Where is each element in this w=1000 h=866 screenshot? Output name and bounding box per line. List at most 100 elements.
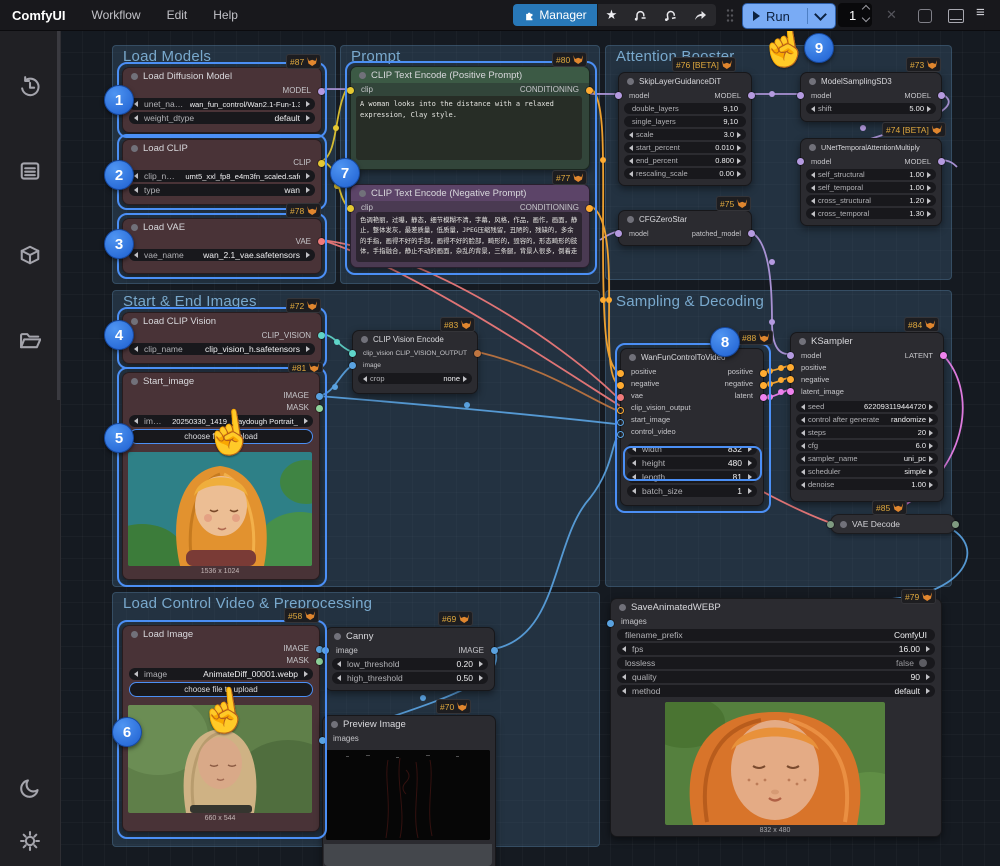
collapse-dot-icon[interactable] <box>799 338 806 345</box>
vacuum-icon-2[interactable] <box>663 8 678 23</box>
node-header[interactable]: CLIP Text Encode (Negative Prompt) <box>351 185 589 201</box>
collapse-dot-icon[interactable] <box>359 72 366 79</box>
star-icon[interactable]: ★ <box>606 7 618 23</box>
port-mask-out[interactable] <box>316 405 323 412</box>
node-wan-fun-control-to-video[interactable]: WanFunControlToVideo positivepositive ne… <box>620 348 764 506</box>
group-title[interactable]: Load Models <box>123 48 211 65</box>
widget-seed[interactable]: seed622093119444720 <box>796 401 938 412</box>
share-icon[interactable] <box>693 8 708 22</box>
group-title[interactable]: Sampling & Decoding <box>616 293 764 310</box>
node-cfg-zero-star[interactable]: CFGZeroStar modelpatched_model <box>618 210 752 246</box>
widget-type[interactable]: typewan <box>129 184 315 196</box>
node-header[interactable]: CLIP Vision Encode <box>353 331 477 347</box>
collapse-dot-icon[interactable] <box>131 224 138 231</box>
hamburger-menu-icon[interactable]: ≡ <box>976 4 985 21</box>
node-header[interactable]: Start_image <box>123 373 319 389</box>
widget-clip-name[interactable]: clip_nameclip_vision_h.safetensors <box>129 343 315 355</box>
collapse-dot-icon[interactable] <box>131 318 138 325</box>
collapse-dot-icon[interactable] <box>131 631 138 638</box>
node-header[interactable]: Load Image <box>123 626 319 642</box>
collapse-dot-icon[interactable] <box>619 604 626 611</box>
collapse-dot-icon[interactable] <box>627 78 634 85</box>
port-images-in[interactable] <box>607 620 614 627</box>
port-model-in[interactable] <box>797 158 804 165</box>
widget-self-structural[interactable]: self_structural1.00 <box>806 169 936 180</box>
port-vae-in[interactable] <box>617 394 624 401</box>
group-title[interactable]: Start & End Images <box>123 293 257 310</box>
collapse-dot-icon[interactable] <box>131 73 138 80</box>
node-model-sampling-sd3[interactable]: ModelSamplingSD3 modelMODEL shift5.00 <box>800 72 942 122</box>
node-unet-temporal-attention-multiply[interactable]: UNetTemporalAttentionMultiply modelMODEL… <box>800 138 942 226</box>
node-header[interactable]: CLIP Text Encode (Positive Prompt) <box>351 67 589 83</box>
widget-method[interactable]: methoddefault <box>617 685 935 697</box>
sidebar-queue-history-button[interactable] <box>19 76 41 98</box>
port-negative-out[interactable] <box>760 382 767 389</box>
widget-fps[interactable]: fps16.00 <box>617 643 935 655</box>
port-model-in[interactable] <box>797 92 804 99</box>
node-vae-decode-collapsed[interactable]: VAE Decode <box>830 514 956 534</box>
widget-denoise[interactable]: denoise1.00 <box>796 479 938 490</box>
collapse-dot-icon[interactable] <box>131 145 138 152</box>
port-clip-vision-output-in[interactable] <box>617 407 624 414</box>
node-header[interactable]: Preview Image <box>323 716 495 732</box>
port-model-out[interactable] <box>318 88 325 95</box>
manager-button[interactable]: Manager <box>513 4 597 26</box>
node-header[interactable]: Load CLIP Vision <box>123 313 321 329</box>
bottom-panel-icon[interactable] <box>948 9 964 23</box>
sidebar-model-library-button[interactable] <box>19 244 41 266</box>
port-vae-out[interactable] <box>318 238 325 245</box>
node-clip-vision-encode[interactable]: CLIP Vision Encode clip_visionCLIP_VISIO… <box>352 330 478 394</box>
negative-prompt-textarea[interactable]: 色调艳丽，过曝，静态，细节模糊不清，字幕，风格，作品，画作，画面，静止，整体发灰… <box>356 212 582 262</box>
node-load-diffusion-model[interactable]: Load Diffusion Model MODEL unet_namewan_… <box>122 67 322 133</box>
chevron-down-icon[interactable] <box>814 8 827 21</box>
port-positive-in[interactable] <box>787 364 794 371</box>
widget-scale[interactable]: scale3.0 <box>624 129 746 140</box>
widget-height[interactable]: height480 <box>627 457 757 469</box>
port-model-in[interactable] <box>615 92 622 99</box>
port-clip-out[interactable] <box>318 160 325 167</box>
widget-high-threshold[interactable]: high_threshold0.50 <box>332 672 488 684</box>
positive-prompt-textarea[interactable]: A woman looks into the distance with a r… <box>356 96 582 160</box>
settings-gear-button[interactable] <box>19 830 41 852</box>
widget-lossless-toggle[interactable]: losslessfalse <box>617 657 935 669</box>
widget-length[interactable]: length81 <box>627 471 757 483</box>
collapse-dot-icon[interactable] <box>809 78 816 85</box>
toggle-knob-icon[interactable] <box>919 659 927 667</box>
menu-help[interactable]: Help <box>213 8 238 22</box>
node-header[interactable]: Load Diffusion Model <box>123 68 321 84</box>
widget-vae-name[interactable]: vae_namewan_2.1_vae.safetensors <box>129 249 315 261</box>
widget-scheduler[interactable]: schedulersimple <box>796 466 938 477</box>
widget-width[interactable]: width832 <box>627 443 757 455</box>
port-model-out[interactable] <box>938 158 945 165</box>
node-header[interactable]: ModelSamplingSD3 <box>801 73 941 89</box>
collapse-dot-icon[interactable] <box>627 216 634 223</box>
widget-start-percent[interactable]: start_percent0.010 <box>624 142 746 153</box>
collapse-dot-icon[interactable] <box>840 521 847 528</box>
node-header[interactable]: Canny <box>326 628 494 644</box>
collapse-dot-icon[interactable] <box>809 144 816 151</box>
port-collapsed-out[interactable] <box>952 521 959 528</box>
menu-edit[interactable]: Edit <box>167 8 188 22</box>
port-image-in[interactable] <box>349 362 356 369</box>
port-image-in[interactable] <box>322 647 329 654</box>
collapse-dot-icon[interactable] <box>629 354 636 361</box>
port-model-out[interactable] <box>748 92 755 99</box>
widget-cfg[interactable]: cfg6.0 <box>796 440 938 451</box>
widget-sampler-name[interactable]: sampler_nameuni_pc <box>796 453 938 464</box>
widget-end-percent[interactable]: end_percent0.800 <box>624 155 746 166</box>
node-header[interactable]: CFGZeroStar <box>619 211 751 227</box>
port-positive-in[interactable] <box>617 370 624 377</box>
port-clip-vision-in[interactable] <box>349 350 356 357</box>
widget-unet-name[interactable]: unet_namewan_fun_control/Wan2.1-Fun-1.3.… <box>129 98 315 110</box>
batch-count-input[interactable]: 1 <box>838 3 872 27</box>
collapse-dot-icon[interactable] <box>331 721 338 728</box>
port-clip-vision-out[interactable] <box>318 332 325 339</box>
port-image-out[interactable] <box>491 647 498 654</box>
cancel-icon[interactable]: ✕ <box>886 7 897 23</box>
port-latent-out[interactable] <box>760 394 767 401</box>
node-header[interactable]: Load CLIP <box>123 140 321 156</box>
port-patched-model-out[interactable] <box>748 230 755 237</box>
run-button[interactable]: Run <box>742 3 836 29</box>
port-latent-out[interactable] <box>940 352 947 359</box>
widget-shift[interactable]: shift5.00 <box>806 103 936 114</box>
